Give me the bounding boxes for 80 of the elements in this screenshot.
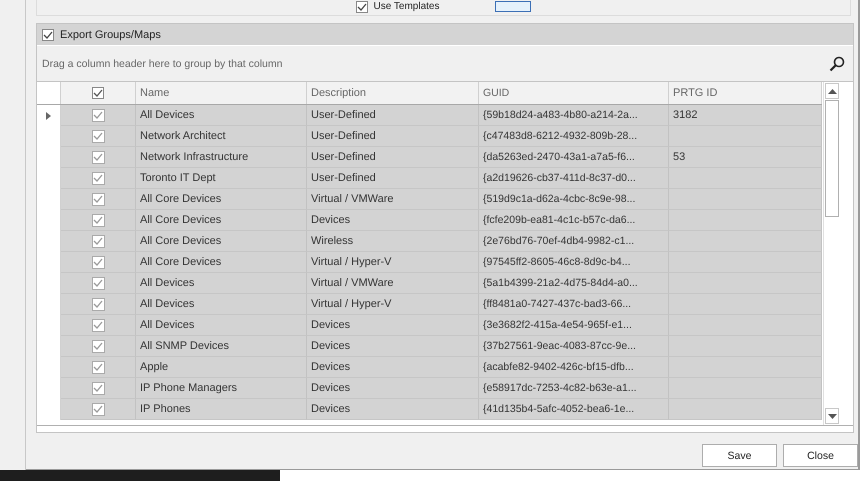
table-cell: Devices	[307, 357, 479, 378]
column-header[interactable]: Name	[136, 82, 307, 104]
checkbox[interactable]	[92, 150, 104, 164]
table-cell: User-Defined	[307, 105, 479, 126]
table-cell: Devices	[307, 378, 479, 399]
table-cell: Virtual / Hyper-V	[307, 294, 479, 315]
checkbox[interactable]	[92, 340, 104, 352]
table-cell: {fcfe209b-ea81-4c1c-b57c-da6...	[479, 210, 669, 231]
checkbox[interactable]	[92, 382, 104, 394]
table-cell: Apple	[136, 357, 307, 378]
table-cell: Devices	[307, 399, 479, 420]
group-title: Export Groups/Maps	[60, 28, 161, 40]
checkbox[interactable]	[92, 108, 104, 122]
table-cell: User-Defined	[307, 147, 479, 168]
vertical-scrollbar[interactable]	[823, 82, 840, 425]
checkbox[interactable]	[92, 276, 104, 290]
table-cell: 53	[669, 147, 822, 168]
table-cell: All Devices	[136, 315, 307, 336]
checkbox[interactable]	[92, 234, 104, 248]
table-cell: {e58917dc-7253-4c82-b63e-a1...	[479, 378, 669, 399]
table-cell: 3182	[669, 105, 822, 126]
table-cell: {a2d19626-cb37-411d-8c37-d0...	[479, 168, 669, 189]
table-cell: Virtual / Hyper-V	[307, 252, 479, 273]
table-cell: Network Infrastructure	[136, 147, 307, 168]
column-header[interactable]: Description	[307, 82, 479, 104]
table-cell: {41d135b4-5afc-4052-bea6-1e...	[479, 399, 669, 420]
checkbox[interactable]	[92, 256, 104, 268]
column-header[interactable]: PRTG ID	[669, 82, 822, 104]
scroll-up-icon[interactable]	[825, 83, 839, 99]
table-cell: {59b18d24-a483-4b80-a214-2a...	[479, 105, 669, 126]
table-cell: {da5263ed-2470-43a1-a7a5-f6...	[479, 147, 669, 168]
table-cell: IP Phones	[136, 399, 307, 420]
option-label: Use Templates	[374, 1, 440, 12]
table-cell: All Devices	[136, 273, 307, 294]
table-cell: {c47483d8-6212-4932-809b-28...	[479, 126, 669, 147]
scroll-down-icon[interactable]	[825, 408, 839, 424]
checkbox[interactable]	[356, 0, 368, 12]
table-cell: All Core Devices	[136, 210, 307, 231]
checkbox[interactable]	[92, 402, 104, 416]
table-cell: {5a1b4399-21a2-4d75-84d4-a0...	[479, 273, 669, 294]
checkbox[interactable]	[92, 172, 104, 184]
table-cell: {acabfe82-9402-426c-bf15-dfb...	[479, 357, 669, 378]
checkbox[interactable]	[92, 130, 104, 142]
table-cell: {3e3682f2-415a-4e54-965f-e1...	[479, 315, 669, 336]
checkbox[interactable]	[92, 318, 104, 332]
table-cell: {97545ff2-8605-46c8-8d9c-b4...	[479, 252, 669, 273]
table-cell: {519d9c1a-d62a-4cbc-8c9e-98...	[479, 189, 669, 210]
save-button[interactable]: Save	[702, 444, 777, 467]
column-header[interactable]: GUID	[479, 82, 669, 104]
table-cell: {37b27561-9eac-4083-87cc-9e...	[479, 336, 669, 357]
table-cell: IP Phone Managers	[136, 378, 307, 399]
table-cell: {2e76bd76-70ef-4db4-9982-c1...	[479, 231, 669, 252]
table-cell: Devices	[307, 336, 479, 357]
table-cell: User-Defined	[307, 168, 479, 189]
table-cell: All Devices	[136, 294, 307, 315]
search-icon[interactable]	[829, 56, 845, 72]
checkbox[interactable]	[92, 298, 104, 310]
checkbox[interactable]	[92, 360, 104, 374]
checkbox[interactable]	[92, 214, 104, 226]
table-cell: User-Defined	[307, 126, 479, 147]
table-cell: Network Architect	[136, 126, 307, 147]
table-cell: All Core Devices	[136, 231, 307, 252]
table-cell: {ff8481a0-7427-437c-bad3-66...	[479, 294, 669, 315]
table-cell: Wireless	[307, 231, 479, 252]
table-cell: Devices	[307, 210, 479, 231]
scroll-thumb[interactable]	[825, 100, 839, 217]
checkbox[interactable]	[92, 87, 104, 99]
table-cell: Devices	[307, 315, 479, 336]
table-cell: Virtual / VMWare	[307, 273, 479, 294]
table-cell: All SNMP Devices	[136, 336, 307, 357]
table-cell: All Core Devices	[136, 189, 307, 210]
checkbox[interactable]	[42, 28, 54, 40]
close-button[interactable]: Close	[783, 444, 858, 467]
table-cell: All Core Devices	[136, 252, 307, 273]
group-by-hint: Drag a column header here to group by that column	[42, 58, 282, 70]
table-cell: Virtual / VMWare	[307, 189, 479, 210]
table-cell: All Devices	[136, 105, 307, 126]
checkbox[interactable]	[92, 192, 104, 206]
browse-button[interactable]	[495, 1, 532, 12]
table-cell: Toronto IT Dept	[136, 168, 307, 189]
